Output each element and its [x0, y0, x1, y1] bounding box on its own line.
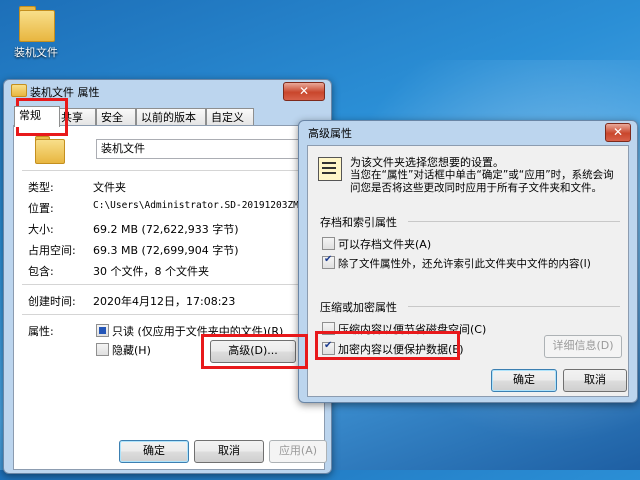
- advanced-intro-line1: 为该文件夹选择您想要的设置。: [350, 156, 504, 169]
- advanced-ok-button[interactable]: 确定: [491, 369, 557, 392]
- archive-checkbox-row[interactable]: 可以存档文件夹(A): [322, 236, 431, 252]
- contains-value: 30 个文件，8 个文件夹: [93, 265, 209, 278]
- disk-size-value: 69.3 MB (72,699,904 字节): [93, 244, 239, 257]
- contains-key: 包含:: [28, 265, 54, 278]
- divider: [22, 170, 314, 171]
- readonly-checkbox[interactable]: [96, 324, 109, 337]
- properties-cancel-button[interactable]: 取消: [194, 440, 264, 463]
- created-value: 2020年4月12日，17:08:23: [93, 295, 236, 308]
- details-button[interactable]: 详细信息(D): [544, 335, 622, 358]
- divider: [408, 306, 620, 307]
- divider: [22, 284, 314, 285]
- attributes-key: 属性:: [28, 325, 54, 338]
- properties-ok-button[interactable]: 确定: [119, 440, 189, 463]
- index-checkbox-row[interactable]: 除了文件属性外，还允许索引此文件夹中文件的内容(I): [322, 254, 591, 271]
- hidden-checkbox-row[interactable]: 隐藏(H): [96, 342, 151, 358]
- tab-customize[interactable]: 自定义: [206, 108, 254, 126]
- created-key: 创建时间:: [28, 295, 76, 308]
- advanced-cancel-button[interactable]: 取消: [563, 369, 627, 392]
- advanced-title: 高级属性: [308, 127, 352, 140]
- archive-index-group-title: 存档和索引属性: [320, 216, 397, 229]
- location-key: 位置:: [28, 202, 54, 215]
- tab-previous-versions[interactable]: 以前的版本: [136, 108, 206, 126]
- size-value: 69.2 MB (72,622,933 字节): [93, 223, 239, 236]
- advanced-attributes-window: 高级属性 ✕ 为该文件夹选择您想要的设置。 当您在“属性”对话框中单击“确定”或…: [298, 120, 638, 403]
- compress-encrypt-group-title: 压缩或加密属性: [320, 301, 397, 314]
- properties-window: 装机文件 属性 ✕ 常规 共享 安全 以前的版本 自定义 装机文件 类型: 文件…: [3, 79, 332, 474]
- desktop-folder-icon[interactable]: 装机文件: [6, 2, 66, 60]
- divider: [22, 314, 314, 315]
- highlight-advanced-button: [201, 334, 308, 369]
- type-value: 文件夹: [93, 181, 126, 194]
- folder-icon: [19, 6, 55, 42]
- size-key: 大小:: [28, 223, 54, 236]
- location-value: C:\Users\Administrator.SD-20191203ZMEQ: [93, 200, 311, 211]
- highlight-encrypt-option: [315, 331, 460, 360]
- archive-checkbox[interactable]: [322, 237, 335, 250]
- desktop-folder-label: 装机文件: [14, 46, 58, 59]
- type-key: 类型:: [28, 181, 54, 194]
- folder-icon: [35, 136, 65, 164]
- tab-general[interactable]: 常规: [14, 106, 60, 127]
- index-checkbox[interactable]: [322, 254, 335, 269]
- hidden-checkbox[interactable]: [96, 343, 109, 356]
- attributes-dialog-icon: [318, 157, 342, 181]
- advanced-titlebar[interactable]: 高级属性 ✕: [299, 121, 637, 143]
- folder-icon: [11, 84, 27, 97]
- disk-size-key: 占用空间:: [28, 244, 76, 257]
- properties-apply-button[interactable]: 应用(A): [269, 440, 327, 463]
- general-tab-panel: 装机文件 类型: 文件夹 位置: C:\Users\Administrator.…: [13, 125, 325, 470]
- advanced-intro-line2: 当您在“属性”对话框中单击“确定”或“应用”时，系统会询问您是否将这些更改同时应…: [350, 169, 614, 194]
- properties-close-button[interactable]: ✕: [283, 82, 325, 101]
- divider: [408, 221, 620, 222]
- advanced-close-button[interactable]: ✕: [605, 123, 631, 142]
- folder-name-input[interactable]: 装机文件: [96, 139, 310, 159]
- archive-label: 可以存档文件夹(A): [338, 238, 432, 251]
- index-label: 除了文件属性外，还允许索引此文件夹中文件的内容(I): [338, 258, 591, 270]
- tab-security[interactable]: 安全: [96, 108, 136, 126]
- hidden-label: 隐藏(H): [112, 344, 151, 357]
